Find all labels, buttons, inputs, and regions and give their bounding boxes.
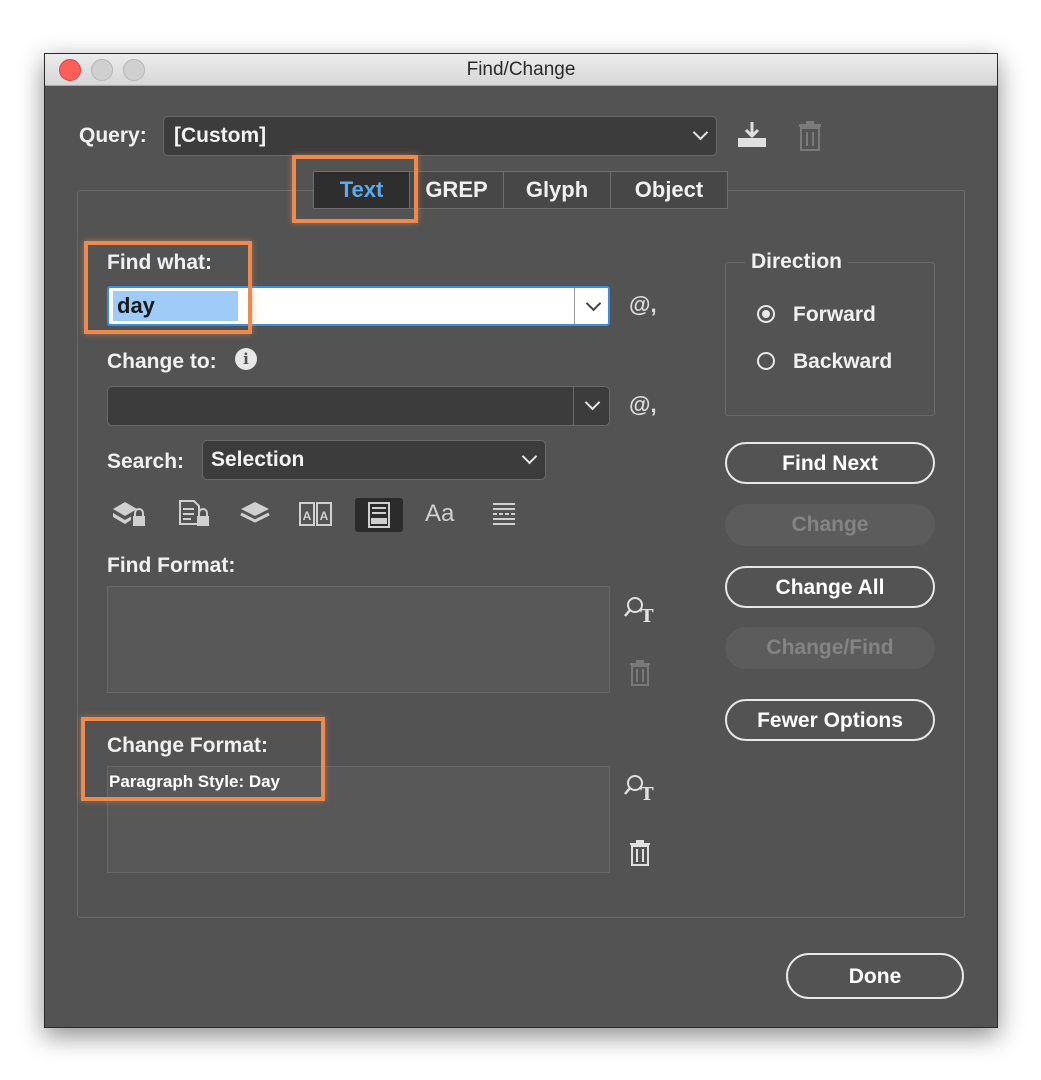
direction-group <box>725 262 935 416</box>
chevron-down-icon[interactable] <box>585 295 602 312</box>
chevron-down-icon <box>692 124 709 141</box>
change-all-button[interactable]: Change All <box>725 566 935 608</box>
search-scope-value: Selection <box>211 448 305 471</box>
tab-glyph[interactable]: Glyph <box>503 171 611 209</box>
include-hidden-layers-icon[interactable] <box>237 498 273 530</box>
chevron-down-icon[interactable] <box>584 394 601 411</box>
delete-query-icon[interactable] <box>797 120 823 152</box>
specify-change-format-icon[interactable]: T <box>623 772 659 805</box>
special-characters-find-icon[interactable]: @, <box>629 292 657 318</box>
window-title: Find/Change <box>466 59 576 80</box>
find-what-highlight <box>84 241 252 334</box>
change-format-highlight <box>81 717 325 801</box>
close-button[interactable] <box>59 59 81 81</box>
change-to-label: Change to: <box>107 350 217 373</box>
radio-forward-label: Forward <box>793 303 876 326</box>
text-tab-highlight <box>292 155 418 223</box>
change-find-button[interactable]: Change/Find <box>725 627 935 669</box>
svg-text:T: T <box>640 784 654 802</box>
query-label: Query: <box>79 124 147 147</box>
title-bar: Find/Change <box>45 54 997 86</box>
find-change-dialog: Find/Change Query: [Custom] Text GREP Gl… <box>44 53 998 1028</box>
query-value: [Custom] <box>174 124 267 147</box>
zoom-button[interactable] <box>123 59 145 81</box>
find-format-label: Find Format: <box>107 554 236 577</box>
radio-forward-indicator <box>757 305 775 323</box>
include-locked-layers-icon[interactable] <box>111 498 149 530</box>
find-format-box[interactable] <box>107 586 610 693</box>
whole-word-icon[interactable] <box>487 498 521 530</box>
include-footnotes-icon[interactable] <box>355 498 403 532</box>
direction-label: Direction <box>745 250 849 274</box>
find-next-button[interactable]: Find Next <box>725 442 935 484</box>
case-sensitive-icon[interactable]: Aa <box>425 500 454 528</box>
svg-text:A: A <box>320 509 329 523</box>
clear-find-format-icon[interactable] <box>629 660 651 686</box>
done-button[interactable]: Done <box>786 953 964 999</box>
save-query-icon[interactable] <box>735 120 769 150</box>
radio-backward-label: Backward <box>793 350 893 373</box>
change-to-input[interactable] <box>107 386 610 426</box>
fewer-options-button[interactable]: Fewer Options <box>725 699 935 741</box>
radio-backward-indicator <box>757 352 775 370</box>
clear-change-format-icon[interactable] <box>629 840 651 866</box>
radio-forward[interactable]: Forward <box>757 303 937 329</box>
include-locked-stories-icon[interactable] <box>177 498 213 530</box>
change-button[interactable]: Change <box>725 504 935 546</box>
radio-backward[interactable]: Backward <box>757 350 937 376</box>
include-master-pages-icon[interactable]: A A <box>297 498 335 530</box>
tab-grep[interactable]: GREP <box>409 171 504 209</box>
info-icon[interactable]: i <box>235 348 257 370</box>
svg-text:A: A <box>303 509 312 523</box>
dropdown-divider <box>573 387 574 425</box>
special-characters-change-icon[interactable]: @, <box>629 392 657 418</box>
search-label: Search: <box>107 450 185 473</box>
dropdown-divider <box>574 288 575 324</box>
specify-find-format-icon[interactable]: T <box>623 594 659 627</box>
svg-text:T: T <box>640 606 654 624</box>
minimize-button[interactable] <box>91 59 113 81</box>
search-scope-dropdown[interactable]: Selection <box>202 440 546 480</box>
chevron-down-icon <box>521 448 538 465</box>
query-dropdown[interactable]: [Custom] <box>163 116 717 156</box>
tab-object[interactable]: Object <box>610 171 728 209</box>
